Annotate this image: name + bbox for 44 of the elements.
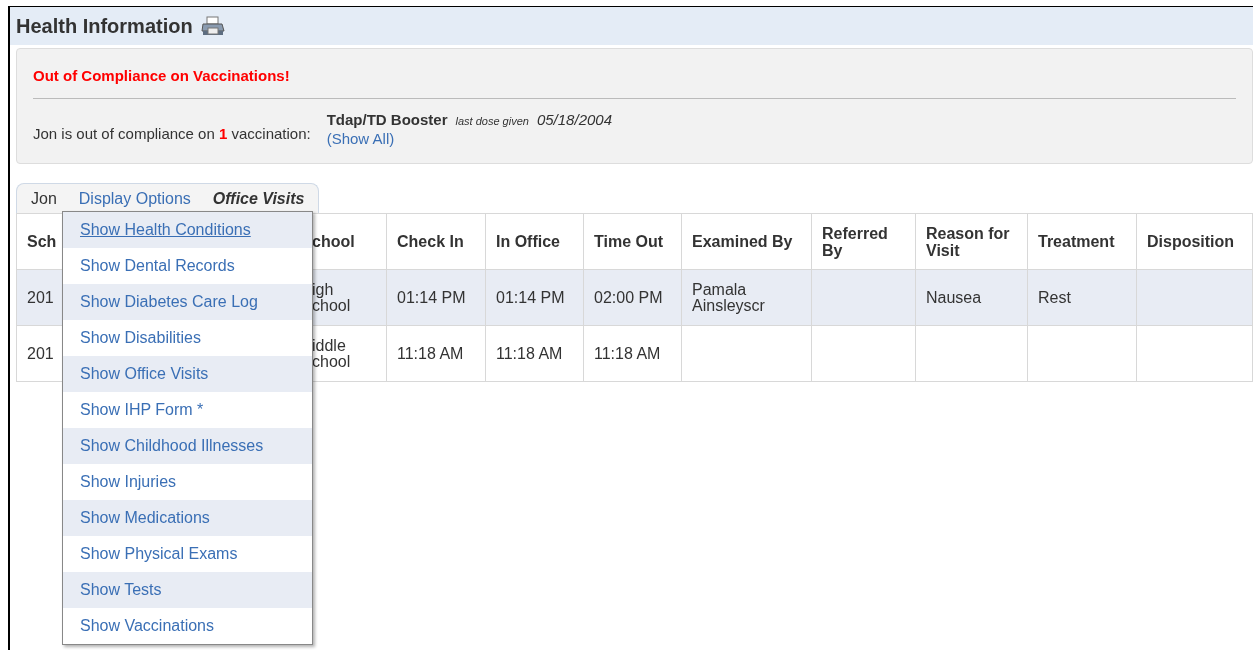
- menu-item[interactable]: Show Injuries: [63, 464, 312, 500]
- table-cell: 01:14 PM: [496, 288, 565, 306]
- dose-date: 05/18/2004: [536, 109, 612, 130]
- column-header: Examined By: [681, 213, 812, 270]
- tab[interactable]: Display Options: [78, 186, 191, 211]
- menu-item[interactable]: Show Disabilities: [63, 320, 312, 356]
- menu-item[interactable]: Show IHP Form *: [63, 392, 312, 428]
- table-cell: 01:14 PM: [397, 288, 466, 306]
- column-header: Reason for Visit: [915, 213, 1028, 270]
- menu-item[interactable]: Show Childhood Illnesses: [63, 428, 312, 464]
- menu-item[interactable]: Show Physical Exams: [63, 536, 312, 572]
- vaccine-name: Tdap/TD Booster: [326, 109, 448, 130]
- tab[interactable]: Jon: [31, 186, 57, 211]
- table-cell: 201: [27, 344, 54, 362]
- column-header: Check In: [386, 213, 486, 270]
- compliance-message: Jon is out of compliance on 1 vaccination:: [33, 123, 311, 144]
- tab[interactable]: Office Visits: [212, 186, 305, 211]
- table-cell: 11:18 AM: [496, 344, 563, 362]
- table-cell: igh chool: [312, 280, 351, 314]
- column-header: Disposition: [1136, 213, 1253, 270]
- menu-item[interactable]: Show Dental Records: [63, 248, 312, 284]
- column-header: Time Out: [583, 213, 682, 270]
- dose-label: last dose given: [455, 113, 529, 129]
- alert-title: Out of Compliance on Vaccinations!: [33, 49, 1236, 99]
- menu-item[interactable]: Show Health Conditions: [63, 212, 312, 248]
- table-cell: 02:00 PM: [594, 288, 663, 306]
- column-header: Referred By: [811, 213, 916, 270]
- menu-item[interactable]: Show Tests: [63, 572, 312, 608]
- table-cell: Pamala Ainsleyscr: [692, 280, 765, 314]
- table-cell: 201: [27, 288, 54, 306]
- table-cell: iddle chool: [312, 336, 351, 370]
- table-cell: 11:18 AM: [594, 344, 661, 362]
- menu-item[interactable]: Show Diabetes Care Log: [63, 284, 312, 320]
- menu-item[interactable]: Show Medications: [63, 500, 312, 536]
- table-cell: Nausea: [926, 288, 982, 306]
- table-cell: Rest: [1038, 288, 1071, 306]
- menu-item[interactable]: Show Office Visits: [63, 356, 312, 392]
- column-header: In Office: [485, 213, 584, 270]
- column-header: Treatment: [1027, 213, 1137, 270]
- table-cell: 11:18 AM: [397, 344, 464, 362]
- page-title: Health Information: [16, 14, 193, 39]
- menu-item[interactable]: Show Vaccinations: [63, 608, 312, 644]
- printer-icon[interactable]: [200, 16, 225, 36]
- show-all-link[interactable]: (Show All): [326, 131, 612, 147]
